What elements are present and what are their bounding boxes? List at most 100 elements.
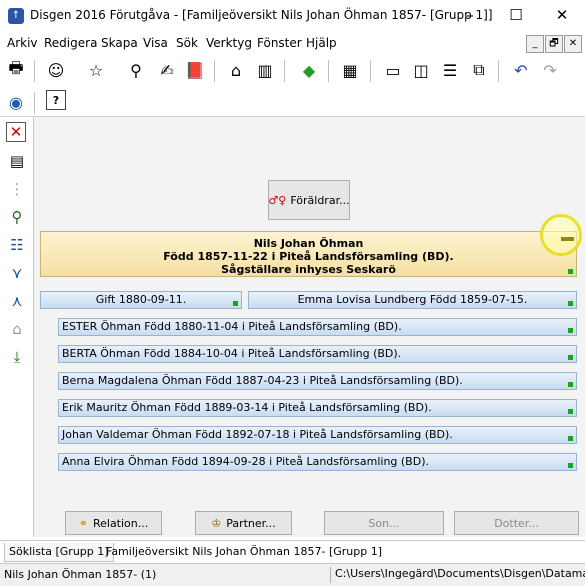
help-icon[interactable]: ? (46, 90, 66, 110)
menu-fonster[interactable]: Fönster (257, 36, 302, 50)
window-single-icon[interactable]: ▭ (381, 58, 405, 82)
map-icon[interactable]: ◆ (297, 58, 321, 82)
tree-list-icon[interactable]: ⋮ (6, 178, 28, 200)
window-vertical-split-icon[interactable]: ◫ (409, 58, 433, 82)
list-view-icon[interactable]: ☷ (6, 234, 28, 256)
child-row[interactable]: Berna Magdalena Öhman Född 1887-04-23 i … (58, 372, 577, 390)
menu-arkiv[interactable]: Arkiv (7, 36, 38, 50)
toolbar-separator (34, 92, 35, 114)
green-indicator (568, 301, 573, 306)
marriage-date: Gift 1880-09-11. (95, 293, 187, 306)
window-horizontal-split-icon[interactable]: ☰ (438, 58, 462, 82)
partner-button[interactable]: ♔ Partner... (195, 511, 292, 535)
edit-hand-icon[interactable]: ✍ (155, 58, 179, 82)
person-icon[interactable]: ☺ (44, 58, 68, 82)
home-icon[interactable]: ⌂ (224, 58, 248, 82)
green-indicator (568, 269, 573, 274)
book-icon[interactable]: 📕 (183, 58, 207, 82)
tab-soklista[interactable]: Söklista [Grupp 1] (4, 543, 114, 562)
star-person-icon[interactable]: ☆ (84, 58, 108, 82)
window-cascade-icon[interactable]: ⧉ (467, 58, 491, 82)
ancestor-tree-icon[interactable]: ⋏ (6, 290, 28, 312)
left-toolbar: ✕ ▤ ⋮ ⚲ ☷ ⋎ ⋏ ⌂ ⤓ (0, 117, 34, 537)
toolbar-separator (214, 60, 215, 82)
parents-button[interactable]: ♂♀ Föräldrar... (268, 180, 350, 220)
status-bar: Nils Johan Öhman 1857- (1) C:\Users\Inge… (0, 563, 585, 586)
menu-redigera[interactable]: Redigera (44, 36, 97, 50)
descendant-tree-icon[interactable]: ⋎ (6, 262, 28, 284)
green-indicator (568, 328, 573, 333)
green-indicator (568, 463, 573, 468)
child-row[interactable]: Johan Valdemar Öhman Född 1892-07-18 i P… (58, 426, 577, 444)
child-text: Johan Valdemar Öhman Född 1892-07-18 i P… (62, 428, 453, 441)
main-person-name: Nils Johan Öhman (253, 237, 364, 250)
green-indicator (233, 301, 238, 306)
main-toolbar: 🖶 ☺ ☆ ⚲ ✍ 📕 ⌂ ▥ ◆ ▦ ▭ ◫ ☰ ⧉ ↶ ↷ (0, 56, 585, 86)
child-row[interactable]: ESTER Öhman Född 1880-11-04 i Piteå Land… (58, 318, 577, 336)
mdi-restore-button[interactable]: 🗗 (545, 35, 563, 53)
main-person-occupation: Sågställare inhyses Seskarö (221, 263, 396, 276)
binoculars-down-icon[interactable]: ⤓ (6, 346, 28, 368)
maximize-button[interactable]: ☐ (493, 0, 539, 32)
redo-icon[interactable]: ↷ (538, 58, 562, 82)
menu-bar: Arkiv Redigera Skapa Visa Sök Verktyg Fö… (0, 33, 585, 54)
dotter-button[interactable]: Dotter... (454, 511, 579, 535)
child-row[interactable]: Erik Mauritz Öhman Född 1889-03-14 i Pit… (58, 399, 577, 417)
parents-icon: ♂♀ (268, 193, 287, 207)
minimize-button[interactable]: – (447, 0, 493, 32)
child-text: BERTA Öhman Född 1884-10-04 i Piteå Land… (62, 347, 402, 360)
menu-sok[interactable]: Sök (176, 36, 198, 50)
toolbar-separator (34, 60, 35, 82)
mdi-close-button[interactable]: ✕ (564, 35, 582, 53)
menu-hjalp[interactable]: Hjälp (306, 36, 337, 50)
toolbar-separator (284, 60, 285, 82)
green-indicator (568, 382, 573, 387)
toolbar-separator (498, 60, 499, 82)
books-icon[interactable]: ▥ (253, 58, 277, 82)
son-button-label: Son... (368, 516, 400, 530)
close-button[interactable]: ✕ (539, 0, 585, 32)
spouse-bar[interactable]: Emma Lovisa Lundberg Född 1859-07-15. (248, 291, 577, 309)
binoculars-icon[interactable]: ⚲ (124, 58, 148, 82)
house-grey-icon[interactable]: ⌂ (6, 318, 28, 340)
tab-familjeoversikt[interactable]: Familjeöversikt Nils Johan Öhman 1857- [… (102, 543, 386, 561)
window-title: Disgen 2016 Förutgåva - [Familjeöversikt… (30, 8, 493, 22)
parents-button-label: Föräldrar... (290, 193, 350, 207)
child-row[interactable]: Anna Elvira Öhman Född 1894-09-28 i Pite… (58, 453, 577, 471)
menu-verktyg[interactable]: Verktyg (206, 36, 252, 50)
relation-button-label: Relation... (92, 516, 149, 530)
relation-button[interactable]: ⚭ Relation... (65, 511, 162, 535)
delete-icon[interactable]: ✕ (6, 122, 26, 142)
partner-icon: ♔ (211, 516, 222, 530)
mdi-minimize-button[interactable]: _ (526, 35, 544, 53)
status-person: Nils Johan Öhman 1857- (1) (4, 568, 157, 581)
toolbar-separator (328, 60, 329, 82)
menu-visa[interactable]: Visa (143, 36, 168, 50)
document-tabs: Söklista [Grupp 1] Familjeöversikt Nils … (0, 540, 585, 563)
app-icon[interactable]: ↑ (8, 8, 24, 24)
main-person-card[interactable]: Nils Johan Öhman Född 1857-11-22 i Piteå… (40, 231, 577, 277)
undo-icon[interactable]: ↶ (509, 58, 533, 82)
child-text: ESTER Öhman Född 1880-11-04 i Piteå Land… (62, 320, 402, 333)
title-bar: ↑ Disgen 2016 Förutgåva - [Familjeöversi… (0, 0, 585, 32)
binoculars-search-icon[interactable]: ⚲ (6, 206, 28, 228)
child-row[interactable]: BERTA Öhman Född 1884-10-04 i Piteå Land… (58, 345, 577, 363)
child-text: Erik Mauritz Öhman Född 1889-03-14 i Pit… (62, 401, 432, 414)
green-indicator (568, 355, 573, 360)
green-indicator (568, 409, 573, 414)
partner-button-label: Partner... (226, 516, 276, 530)
status-path: C:\Users\Ingegärd\Documents\Disgen\Datam… (330, 567, 585, 583)
menu-skapa[interactable]: Skapa (101, 36, 138, 50)
calendar-icon[interactable]: ▦ (338, 58, 362, 82)
green-indicator (568, 436, 573, 441)
dotter-button-label: Dotter... (494, 516, 539, 530)
globe-icon[interactable]: ◉ (4, 90, 28, 114)
spouse-name: Emma Lovisa Lundberg Född 1859-07-15. (297, 293, 528, 306)
main-person-birth: Född 1857-11-22 i Piteå Landsförsamling … (163, 250, 454, 263)
child-text: Berna Magdalena Öhman Född 1887-04-23 i … (62, 374, 463, 387)
print-icon[interactable]: 🖶 (4, 58, 28, 82)
document-icon[interactable]: ▤ (6, 150, 28, 172)
son-button[interactable]: Son... (324, 511, 444, 535)
marriage-date-bar[interactable]: Gift 1880-09-11. (40, 291, 242, 309)
collapse-icon[interactable] (561, 237, 574, 241)
